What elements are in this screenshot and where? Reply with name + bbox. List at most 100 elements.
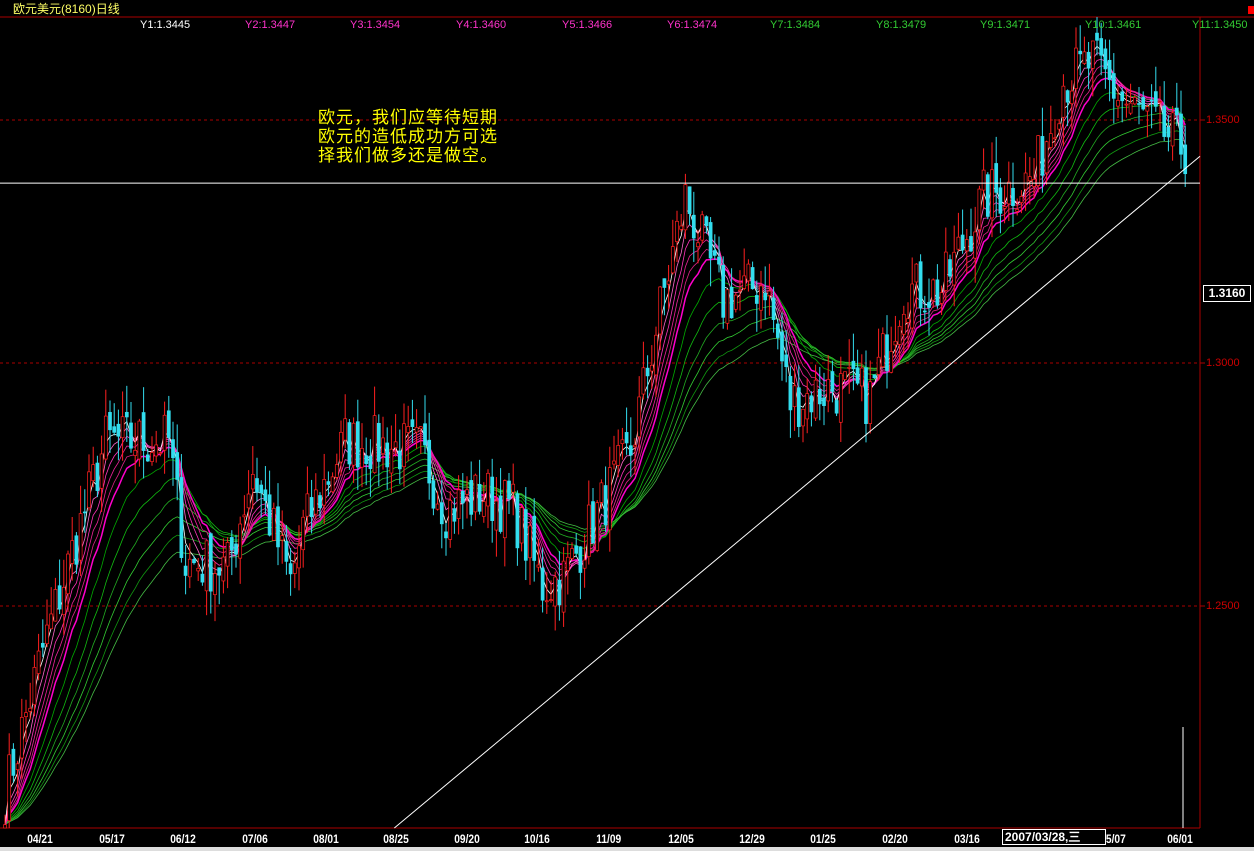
annotation-line: 择我们做多还是做空。: [318, 146, 498, 165]
candle-body: [670, 246, 675, 274]
candle-body: [549, 599, 553, 601]
candle-body: [532, 515, 537, 561]
candle-body: [918, 261, 923, 309]
candle-body: [939, 292, 944, 304]
candle-body: [574, 545, 579, 554]
ma-value-label: Y8:1.3479: [876, 19, 927, 31]
candle-body: [738, 289, 742, 292]
candle-body: [389, 448, 394, 474]
ma-value-label: Y11:1.3450: [1192, 19, 1248, 31]
candle-body: [523, 509, 528, 561]
candle-body: [402, 423, 406, 468]
candle-body: [624, 432, 629, 444]
candle-body: [208, 533, 213, 592]
candle-body: [578, 546, 583, 573]
candle-body: [834, 400, 839, 414]
candle-body: [771, 297, 776, 320]
candle-body: [868, 381, 873, 424]
candle-body: [964, 239, 969, 252]
candle-body: [780, 331, 784, 362]
candle-body: [397, 450, 402, 470]
candle-body: [267, 494, 272, 536]
candle-body: [376, 422, 381, 462]
ma-value-label: Y9:1.3471: [980, 19, 1031, 31]
candle-body: [511, 483, 516, 493]
candle-body: [381, 437, 385, 455]
candle-body: [675, 220, 679, 242]
candle-body: [1162, 105, 1167, 137]
candle-body: [893, 340, 898, 346]
candle-body: [641, 367, 646, 395]
candle-body: [658, 286, 663, 335]
candle-body: [595, 502, 600, 551]
candle-body: [956, 236, 961, 250]
candle-body: [460, 490, 465, 504]
candle-body: [280, 535, 285, 541]
ma-value-label: Y6:1.3474: [667, 19, 718, 31]
candle-body: [7, 754, 12, 821]
candle-body: [481, 501, 486, 517]
candle-body: [645, 367, 650, 377]
x-tick-label: 10/16: [524, 832, 550, 846]
candle-body: [410, 419, 415, 427]
x-tick-label: 04/21: [27, 832, 53, 846]
candle-body: [1141, 97, 1146, 110]
ma-value-label: Y4:1.3460: [456, 19, 507, 31]
candle-body: [910, 283, 915, 329]
candlestick-chart[interactable]: [0, 0, 1254, 851]
candle-body: [607, 467, 612, 531]
candle-body: [990, 169, 994, 219]
ma-value-label: Y5:1.3466: [562, 19, 613, 31]
candle-body: [679, 225, 684, 230]
candle-body: [187, 558, 192, 578]
candle-body: [1116, 100, 1120, 107]
candle-body: [616, 445, 621, 466]
candle-body: [225, 542, 230, 567]
candle-body: [704, 216, 709, 226]
candle-body: [162, 414, 167, 451]
candle-body: [452, 508, 457, 522]
candle-body: [418, 426, 423, 430]
candle-body: [120, 416, 125, 439]
ma-line-short: [4, 52, 1186, 825]
candle-body: [733, 294, 738, 310]
candle-body: [691, 214, 696, 239]
candle-body: [725, 289, 730, 324]
candle-body: [1107, 59, 1112, 81]
candle-body: [712, 250, 717, 256]
candle-body: [334, 464, 339, 478]
candle-body: [977, 188, 982, 230]
candle-body: [662, 278, 667, 288]
candle-body: [859, 367, 864, 387]
candle-body: [1149, 99, 1154, 102]
candle-body: [565, 556, 570, 571]
candle-body: [255, 478, 259, 493]
candle-body: [809, 395, 814, 413]
annotation-line: 欧元的造低成功方可选: [318, 127, 498, 146]
candle-body: [263, 489, 268, 501]
candle-body: [108, 412, 112, 431]
candle-body: [822, 397, 826, 406]
candle-body: [851, 360, 856, 370]
candle-body: [330, 476, 335, 493]
candle-body: [687, 186, 692, 214]
candle-body: [288, 563, 293, 575]
candle-body: [360, 448, 364, 468]
candle-body: [872, 374, 877, 379]
candle-body: [1111, 73, 1116, 99]
candle-body: [922, 310, 927, 313]
candle-body: [238, 523, 243, 559]
candle-body: [322, 479, 327, 506]
candle-body: [66, 553, 70, 595]
candle-body: [490, 476, 495, 521]
x-tick-label: 06/12: [170, 832, 196, 846]
candle-body: [32, 667, 37, 706]
candle-body: [70, 540, 75, 564]
annotation-text: 欧元，我们应等待短期 欧元的造低成功方可选 择我们做多还是做空。: [318, 108, 498, 165]
candle-body: [124, 411, 129, 418]
x-tick-label: 12/05: [668, 832, 694, 846]
corner-marker: [1248, 6, 1254, 14]
candle-body: [1019, 196, 1024, 203]
candle-body: [11, 748, 16, 776]
candle-body: [927, 302, 931, 308]
